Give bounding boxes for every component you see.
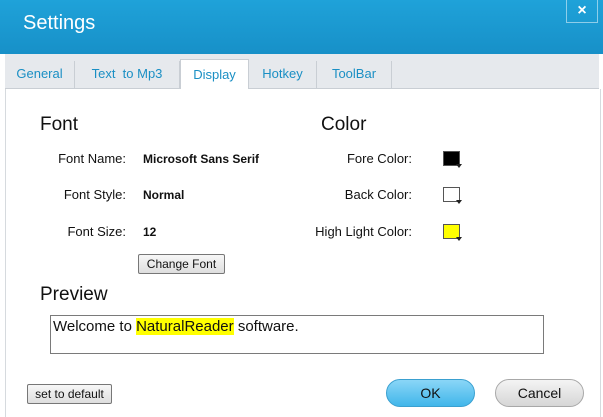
- font-size-label: Font Size:: [67, 224, 126, 239]
- fore-color-label: Fore Color:: [346, 151, 412, 166]
- display-panel: [5, 89, 601, 417]
- tab-bar: General Text to Mp3 Display Hotkey ToolB…: [5, 54, 599, 91]
- fore-color-swatch[interactable]: [443, 151, 462, 168]
- change-font-button[interactable]: Change Font: [138, 254, 225, 274]
- tab-display[interactable]: Display: [180, 59, 249, 91]
- preview-box: Welcome to NaturalReader software.: [50, 315, 544, 354]
- font-style-value: Normal: [143, 188, 185, 202]
- back-color-swatch[interactable]: [443, 187, 462, 204]
- font-size-value: 12: [143, 225, 157, 239]
- font-name-label: Font Name:: [58, 151, 126, 166]
- tab-text-to-mp3[interactable]: Text to Mp3: [75, 61, 180, 88]
- preview-highlighted-word: NaturalReader: [136, 318, 234, 335]
- preview-heading: Preview: [40, 284, 108, 305]
- close-button[interactable]: ×: [566, 0, 598, 23]
- back-color-label: Back Color:: [344, 187, 412, 202]
- preview-text-after: software.: [233, 318, 299, 335]
- cancel-button[interactable]: Cancel: [495, 379, 584, 407]
- tab-toolbar[interactable]: ToolBar: [317, 61, 392, 88]
- window-title: Settings: [23, 12, 96, 34]
- font-style-label: Font Style:: [63, 187, 126, 202]
- settings-dialog: Settings × General Text to Mp3 Display H…: [0, 0, 603, 417]
- set-to-default-button[interactable]: set to default: [27, 384, 112, 404]
- tab-general[interactable]: General: [5, 61, 75, 88]
- title-bar[interactable]: Settings ×: [0, 0, 603, 54]
- preview-text-before: Welcome to: [53, 318, 137, 335]
- font-name-value: Microsoft Sans Serif: [143, 152, 260, 166]
- highlight-color-label: High Light Color:: [315, 224, 412, 239]
- tab-hotkey[interactable]: Hotkey: [249, 61, 317, 88]
- ok-button[interactable]: OK: [386, 379, 475, 407]
- highlight-color-swatch[interactable]: [443, 224, 462, 241]
- color-heading: Color: [321, 114, 367, 135]
- font-heading: Font: [40, 114, 79, 135]
